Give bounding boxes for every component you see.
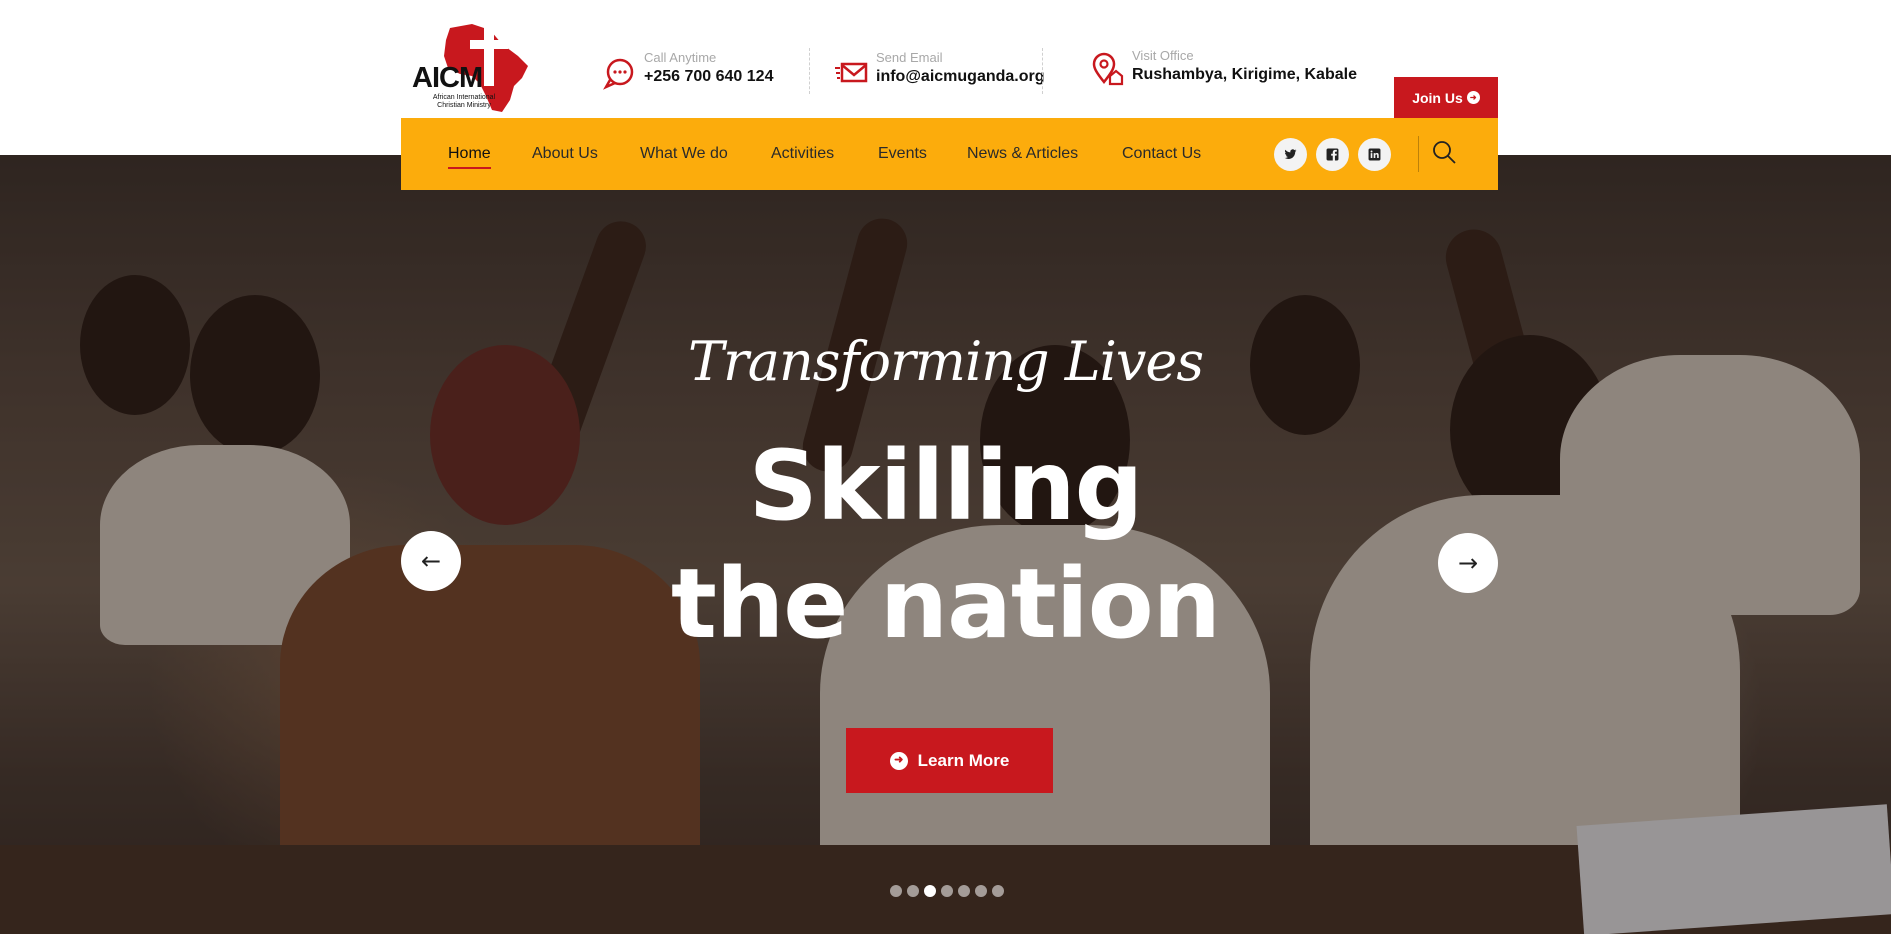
nav-item-what-we-do[interactable]: What We do xyxy=(640,118,728,190)
hero-title-line1: Skilling xyxy=(748,430,1144,542)
learn-more-button[interactable]: ➜ Learn More xyxy=(846,728,1053,793)
hero-slider: Transforming Lives Skilling the nation ➜… xyxy=(0,155,1891,934)
slider-prev-button[interactable]: ← xyxy=(401,531,461,591)
slider-next-button[interactable]: → xyxy=(1438,533,1498,593)
search-button[interactable] xyxy=(1426,134,1462,170)
header-divider xyxy=(809,48,810,94)
arrow-circle-right-icon: ➜ xyxy=(1466,91,1480,104)
nav-item-label: Events xyxy=(878,145,927,162)
main-navigation: Home About Us What We do Activities Even… xyxy=(401,118,1498,190)
nav-item-events[interactable]: Events xyxy=(878,118,927,190)
slider-dot[interactable] xyxy=(941,885,953,897)
hero-script-title: Transforming Lives xyxy=(687,330,1204,393)
arrow-circle-right-icon: ➜ xyxy=(889,751,908,770)
slider-pagination xyxy=(890,885,1004,897)
chat-phone-icon xyxy=(603,58,634,90)
nav-item-label: Home xyxy=(448,145,491,162)
nav-item-contact-us[interactable]: Contact Us xyxy=(1122,118,1201,190)
nav-active-underline xyxy=(448,167,491,169)
nav-item-label: What We do xyxy=(640,145,728,162)
nav-item-activities[interactable]: Activities xyxy=(771,118,834,190)
arrow-left-icon: ← xyxy=(420,547,442,575)
facebook-button[interactable] xyxy=(1316,138,1349,171)
contact-phone-value: +256 700 640 124 xyxy=(644,68,774,85)
search-icon xyxy=(1433,141,1456,164)
linkedin-button[interactable] xyxy=(1358,138,1391,171)
top-header: AICM African International Christian Min… xyxy=(0,0,1891,118)
slider-dot[interactable] xyxy=(992,885,1004,897)
contact-email-label: Send Email xyxy=(876,50,943,65)
contact-office-label: Visit Office xyxy=(1132,48,1194,63)
slider-dot[interactable] xyxy=(907,885,919,897)
site-logo[interactable]: AICM African International Christian Min… xyxy=(410,22,538,114)
slider-dot[interactable] xyxy=(975,885,987,897)
mail-icon xyxy=(835,62,868,83)
learn-more-label: Learn More xyxy=(917,750,1010,770)
logo-wordmark: AICM xyxy=(412,62,483,94)
header-divider xyxy=(1042,48,1043,94)
contact-email[interactable]: Send Email info@aicmuganda.org xyxy=(834,50,1045,90)
contact-email-value: info@aicmuganda.org xyxy=(876,68,1045,85)
contact-office[interactable]: Visit Office Rushambya, Kirigime, Kabale xyxy=(1090,48,1357,86)
join-us-button[interactable]: Join Us ➜ xyxy=(1394,77,1498,118)
slider-dot-active[interactable] xyxy=(924,885,936,897)
facebook-icon xyxy=(1326,148,1339,161)
logo-subtitle: African International Christian Ministry xyxy=(432,94,496,109)
nav-separator xyxy=(1418,136,1419,172)
location-pin-icon xyxy=(1092,52,1124,86)
linkedin-icon xyxy=(1368,148,1381,161)
twitter-icon xyxy=(1284,149,1297,159)
nav-item-label: News & Articles xyxy=(967,145,1079,162)
hero-content: Transforming Lives Skilling the nation ➜… xyxy=(0,155,1891,934)
nav-item-news-articles[interactable]: News & Articles xyxy=(967,118,1078,190)
join-us-label: Join Us xyxy=(1412,89,1463,106)
nav-item-home[interactable]: Home xyxy=(448,118,491,190)
arrow-right-icon: → xyxy=(1457,549,1479,577)
slider-dot[interactable] xyxy=(890,885,902,897)
nav-item-about-us[interactable]: About Us xyxy=(532,118,598,190)
slider-dot[interactable] xyxy=(958,885,970,897)
contact-phone[interactable]: Call Anytime +256 700 640 124 xyxy=(602,50,773,90)
nav-item-label: About Us xyxy=(532,145,598,162)
nav-item-label: Contact Us xyxy=(1122,145,1202,162)
contact-office-value: Rushambya, Kirigime, Kabale xyxy=(1132,66,1357,83)
hero-title-line2: the nation xyxy=(671,548,1221,660)
contact-phone-label: Call Anytime xyxy=(644,50,717,65)
nav-item-label: Activities xyxy=(771,145,835,162)
twitter-button[interactable] xyxy=(1274,138,1307,171)
